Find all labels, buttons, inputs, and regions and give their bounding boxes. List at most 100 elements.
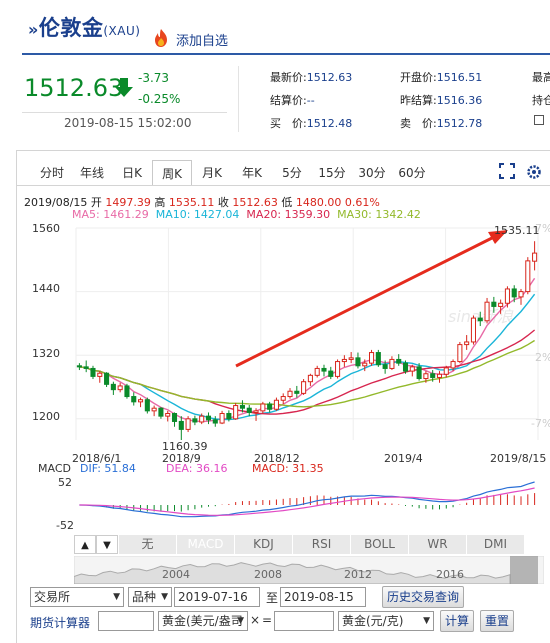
candle bbox=[246, 407, 252, 413]
indicator-none[interactable]: 无 bbox=[118, 535, 176, 554]
calc-result-input[interactable] bbox=[274, 611, 334, 631]
indicator-boll[interactable]: BOLL bbox=[350, 535, 408, 554]
calculate-button[interactable]: 计算 bbox=[440, 610, 474, 632]
nav-year: 2008 bbox=[254, 568, 282, 581]
tab-60min[interactable]: 60分 bbox=[392, 160, 432, 186]
quote-divider bbox=[22, 112, 227, 113]
macd-y-tick: 52 bbox=[58, 476, 72, 489]
end-date-input[interactable]: 2019-08-15 bbox=[280, 587, 366, 607]
quote-vertical-divider bbox=[238, 66, 239, 132]
candle bbox=[151, 407, 157, 412]
candle bbox=[273, 399, 279, 410]
tab-monthly[interactable]: 月K bbox=[192, 160, 232, 186]
candle bbox=[518, 291, 524, 298]
indicator-macd[interactable]: MACD bbox=[176, 535, 234, 554]
candle bbox=[430, 373, 436, 378]
candle bbox=[219, 413, 225, 424]
nav-year: 2012 bbox=[344, 568, 372, 581]
candle bbox=[314, 367, 320, 376]
candle bbox=[280, 396, 286, 401]
candle bbox=[212, 419, 218, 424]
ma-legend: MA5: 1461.29 MA10: 1427.04 MA20: 1359.30… bbox=[72, 208, 421, 221]
gear-icon[interactable] bbox=[525, 163, 543, 181]
last-price: 1512.63 bbox=[24, 74, 124, 102]
field-open: 开盘价:1516.51 bbox=[400, 69, 482, 85]
futures-calculator-label: 期货计算器 bbox=[30, 616, 91, 630]
indicator-bar: ▲ ▼ 无 MACD KDJ RSI BOLL WR DMI bbox=[74, 535, 524, 554]
scroll-up-button[interactable]: ▲ bbox=[74, 535, 96, 554]
field-latest-label: 最新价: bbox=[270, 71, 307, 84]
candle bbox=[144, 399, 150, 412]
history-query-button[interactable]: 历史交易查询 bbox=[382, 586, 464, 608]
dropdown-icon: ▼ bbox=[237, 616, 244, 626]
indicator-dmi[interactable]: DMI bbox=[466, 535, 524, 554]
candle bbox=[341, 358, 347, 363]
candle bbox=[321, 367, 327, 372]
candle bbox=[124, 385, 130, 398]
field-open-value: 1516.51 bbox=[436, 71, 483, 84]
variety-select-value: 品种 bbox=[132, 590, 157, 604]
candle bbox=[511, 288, 517, 298]
candle bbox=[205, 415, 212, 421]
macd-title: MACD bbox=[38, 462, 71, 475]
chevron-icon: » bbox=[28, 20, 39, 39]
field-high: 最高 bbox=[532, 69, 550, 85]
tab-15min[interactable]: 15分 bbox=[312, 160, 352, 186]
candle bbox=[409, 366, 415, 372]
watermark: sina新浪 bbox=[448, 307, 514, 326]
tab-5min[interactable]: 5分 bbox=[272, 160, 312, 186]
fullscreen-icon[interactable] bbox=[499, 163, 515, 179]
start-date-input[interactable]: 2019-07-16 bbox=[174, 587, 260, 607]
candle bbox=[294, 390, 300, 394]
tabs-underline bbox=[16, 185, 550, 186]
ma20-legend: MA20: 1359.30 bbox=[246, 208, 331, 221]
add-watchlist-link[interactable]: 添加自选 bbox=[176, 30, 228, 49]
indicator-kdj[interactable]: KDJ bbox=[234, 535, 292, 554]
dif-legend: DIF: 51.84 bbox=[80, 462, 136, 475]
candle bbox=[491, 301, 497, 307]
candlestick-chart[interactable]: sina新浪 1560 1440 1320 1200 7% 2% -7% 153… bbox=[16, 222, 550, 472]
candle bbox=[267, 403, 273, 410]
down-arrow-icon bbox=[115, 78, 133, 97]
field-bid-label: 买 价: bbox=[270, 117, 307, 130]
unit-from-select[interactable]: 黄金(美元/盎司 ▼ bbox=[158, 611, 248, 631]
candle bbox=[233, 405, 239, 420]
field-latest-value: 1512.63 bbox=[306, 71, 353, 84]
calc-amount-input[interactable] bbox=[98, 611, 154, 631]
unit-to-select[interactable]: 黄金(元/克) ▼ bbox=[338, 611, 434, 631]
tab-year-line[interactable]: 年线 bbox=[72, 160, 112, 186]
field-prev-settle-value: 1516.36 bbox=[436, 94, 483, 107]
range-navigator[interactable]: 2004 2008 2012 2016 bbox=[74, 556, 544, 584]
field-ask: 卖 价:1512.78 bbox=[400, 115, 482, 131]
candle bbox=[362, 362, 368, 367]
variety-select[interactable]: 品种 ▼ bbox=[128, 587, 172, 607]
tab-daily[interactable]: 日K bbox=[112, 160, 152, 186]
ma5-legend: MA5: 1461.29 bbox=[72, 208, 149, 221]
instrument-title: »伦敦金(XAU) bbox=[28, 12, 140, 42]
tab-yearly[interactable]: 年K bbox=[232, 160, 272, 186]
fire-icon[interactable] bbox=[152, 28, 170, 48]
tab-30min[interactable]: 30分 bbox=[352, 160, 392, 186]
nav-year: 2004 bbox=[162, 568, 190, 581]
candle bbox=[301, 381, 307, 394]
scroll-down-button[interactable]: ▼ bbox=[96, 535, 118, 554]
multiply-sign: × bbox=[250, 613, 261, 627]
equals-sign: = bbox=[262, 613, 273, 627]
trend-arrow-line bbox=[235, 234, 497, 368]
candle bbox=[443, 367, 449, 375]
candle bbox=[484, 301, 490, 322]
indicator-wr[interactable]: WR bbox=[408, 535, 466, 554]
candle bbox=[260, 403, 266, 412]
field-open-interest: 持仓 bbox=[532, 92, 550, 108]
field-settle-value: -- bbox=[306, 94, 315, 107]
candle bbox=[104, 372, 110, 385]
reset-button[interactable]: 重置 bbox=[480, 610, 514, 632]
macd-chart[interactable]: MACD DIF: 51.84 DEA: 36.16 MACD: 31.35 5… bbox=[16, 462, 550, 532]
candle bbox=[464, 341, 470, 346]
exchange-select[interactable]: 交易所 ▼ bbox=[30, 587, 124, 607]
tab-weekly[interactable]: 周K bbox=[152, 160, 192, 186]
macd-legend: MACD: 31.35 bbox=[252, 462, 324, 475]
navigator-window[interactable] bbox=[510, 556, 538, 584]
indicator-rsi[interactable]: RSI bbox=[292, 535, 350, 554]
tab-intraday[interactable]: 分时 bbox=[32, 160, 72, 186]
